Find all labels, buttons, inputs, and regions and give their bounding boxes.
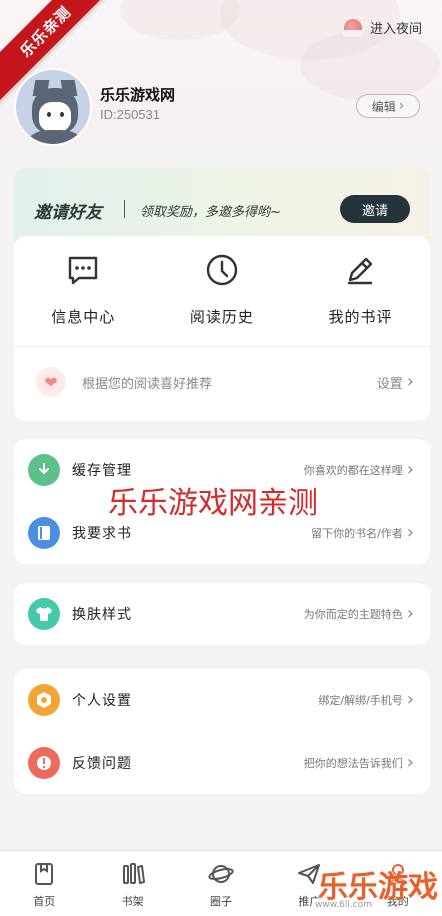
quick-actions-card: 信息中心 阅读历史 我的书评 ❤ 根据您的阅读喜好推荐 设置 › bbox=[14, 236, 430, 421]
invite-subtitle: 领取奖励，多邀多得哟~ bbox=[140, 205, 281, 220]
tab-home[interactable]: 首页 bbox=[0, 851, 88, 916]
divider bbox=[14, 346, 430, 347]
invite-divider bbox=[124, 200, 125, 218]
menu-item-hint: 把你的想法告诉我们 bbox=[303, 757, 403, 770]
invite-title: 邀请好友 bbox=[34, 203, 102, 223]
quick-action-history[interactable]: 阅读历史 bbox=[153, 252, 292, 327]
menu-item-right: 把你的想法告诉我们 › bbox=[304, 754, 414, 772]
username: 乐乐游戏网 bbox=[100, 86, 176, 104]
heart-icon: ❤ bbox=[36, 367, 66, 397]
recommend-settings[interactable]: 设置 › bbox=[377, 373, 414, 392]
menu-item-title: 我要求书 bbox=[72, 526, 132, 542]
night-mode-icon bbox=[341, 18, 364, 37]
chevron-right-icon: › bbox=[406, 603, 414, 624]
shirt-icon bbox=[28, 598, 60, 630]
menu-item-hint: 留下你的书名/作者 bbox=[311, 527, 403, 540]
menu-item-title: 个人设置 bbox=[72, 693, 132, 709]
menu-item-hint: 绑定/解绑/手机号 bbox=[318, 694, 403, 707]
tab-label: 圈子 bbox=[209, 895, 232, 908]
chevron-right-icon: › bbox=[398, 98, 405, 114]
menu-item-right: 绑定/解绑/手机号 › bbox=[318, 691, 414, 709]
menu-card-account: 个人设置 绑定/解绑/手机号 › 反馈问题 把你的想法告诉我们 › bbox=[14, 669, 430, 794]
invite-button[interactable]: 邀请 bbox=[340, 195, 410, 223]
recommend-text: 根据您的阅读喜好推荐 bbox=[82, 376, 213, 392]
download-icon bbox=[28, 454, 60, 486]
user-id: ID:250531 bbox=[100, 107, 160, 122]
menu-item-title: 反馈问题 bbox=[72, 756, 132, 772]
menu-item-right: 为你而定的主题特色 › bbox=[304, 605, 414, 623]
watermark-text: 乐乐游戏网亲测 bbox=[108, 486, 318, 521]
chevron-right-icon: › bbox=[406, 689, 414, 710]
quick-action-messages[interactable]: 信息中心 bbox=[14, 252, 153, 327]
avatar-body bbox=[28, 130, 82, 144]
home-icon bbox=[35, 863, 54, 885]
bookshelf-icon bbox=[122, 863, 145, 884]
tab-label: 书架 bbox=[121, 895, 144, 908]
menu-item-right: 留下你的书名/作者 › bbox=[311, 524, 414, 542]
quick-action-label: 阅读历史 bbox=[189, 308, 254, 326]
pen-icon bbox=[348, 257, 373, 285]
menu-card-theme: 换肤样式 为你而定的主题特色 › bbox=[14, 583, 430, 645]
avatar[interactable] bbox=[14, 68, 92, 146]
menu-item-feedback[interactable]: 反馈问题 把你的想法告诉我们 › bbox=[14, 732, 430, 794]
cloud-decoration bbox=[300, 30, 440, 100]
avatar-eye bbox=[47, 112, 51, 117]
message-icon bbox=[69, 256, 98, 285]
settings-icon bbox=[28, 684, 60, 716]
avatar-face bbox=[39, 102, 71, 132]
watermark-url: www.6ll.com bbox=[315, 900, 372, 910]
menu-item-title: 换肤样式 bbox=[72, 607, 132, 623]
menu-item-settings[interactable]: 个人设置 绑定/解绑/手机号 › bbox=[14, 669, 430, 731]
chevron-right-icon: › bbox=[406, 522, 414, 543]
book-icon bbox=[28, 517, 60, 549]
quick-action-label: 信息中心 bbox=[51, 308, 116, 326]
tab-label: 首页 bbox=[33, 895, 56, 908]
chevron-right-icon: › bbox=[406, 371, 414, 392]
menu-item-hint: 为你而定的主题特色 bbox=[303, 608, 403, 621]
planet-icon bbox=[208, 865, 234, 883]
feedback-icon bbox=[28, 747, 60, 779]
menu-item-theme[interactable]: 换肤样式 为你而定的主题特色 › bbox=[14, 583, 430, 645]
quick-action-reviews[interactable]: 我的书评 bbox=[291, 252, 430, 327]
cloud-decoration bbox=[120, 0, 240, 40]
recommend-row[interactable]: ❤ 根据您的阅读喜好推荐 设置 › bbox=[14, 354, 430, 410]
tab-bookshelf[interactable]: 书架 bbox=[88, 851, 176, 916]
edit-label: 编辑 bbox=[371, 99, 396, 114]
night-mode-label: 进入夜间 bbox=[369, 22, 422, 37]
quick-action-label: 我的书评 bbox=[328, 308, 393, 326]
clock-icon bbox=[206, 254, 238, 286]
night-mode-toggle[interactable]: 进入夜间 bbox=[341, 18, 422, 37]
menu-item-hint: 你喜欢的都在这样哩 bbox=[303, 464, 403, 477]
menu-item-title: 缓存管理 bbox=[72, 463, 132, 479]
quick-actions-row: 信息中心 阅读历史 我的书评 bbox=[14, 252, 430, 327]
menu-item-right: 你喜欢的都在这样哩 › bbox=[304, 461, 414, 479]
avatar-eye bbox=[60, 112, 64, 117]
edit-profile-button[interactable]: 编辑 › bbox=[356, 94, 420, 118]
recommend-settings-label: 设置 bbox=[376, 376, 403, 392]
chevron-right-icon: › bbox=[406, 459, 414, 480]
chevron-right-icon: › bbox=[406, 752, 414, 773]
tab-circle[interactable]: 圈子 bbox=[177, 851, 265, 916]
